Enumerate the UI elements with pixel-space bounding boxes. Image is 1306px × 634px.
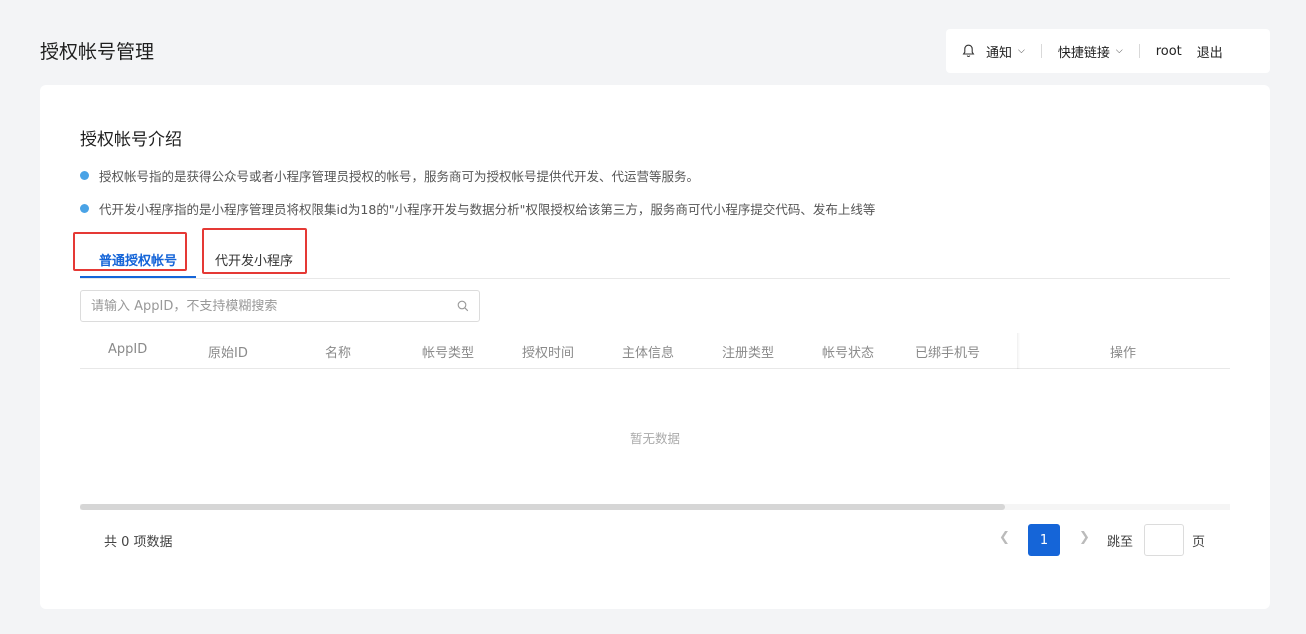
bullet-dot — [80, 204, 89, 213]
bell-icon — [962, 44, 975, 58]
column-header-register-type: 注册类型 — [722, 346, 775, 361]
section-title: 授权帐号介绍 — [80, 130, 182, 150]
empty-state-text: 暂无数据 — [629, 431, 680, 446]
main-card: 授权帐号介绍 授权帐号指的是获得公众号或者小程序管理员授权的帐号，服务商可为授权… — [40, 85, 1270, 609]
bullet-dot — [80, 171, 89, 180]
prev-page-icon[interactable]: ❮ — [999, 530, 1010, 545]
total-count: 共 0 项数据 — [104, 535, 173, 550]
column-header-auth-time: 授权时间 — [522, 346, 575, 361]
tab-normal-accounts[interactable]: 普通授权帐号 — [80, 242, 196, 276]
page-suffix-label: 页 — [1192, 535, 1206, 550]
tab-dev-miniprogram[interactable]: 代开发小程序 — [204, 242, 304, 276]
table-header: AppID 原始ID 名称 帐号类型 授权时间 主体信息 注册类型 帐号状态 已… — [80, 333, 1230, 369]
page-jump-input[interactable] — [1144, 524, 1184, 556]
chevron-down-icon: ⌵ — [1018, 46, 1025, 56]
quicklinks-menu[interactable]: 快捷链接 ⌵ — [1058, 42, 1123, 61]
column-header-account-status: 帐号状态 — [822, 346, 875, 361]
column-header-operations: 操作 — [1110, 346, 1137, 361]
intro-bullet: 授权帐号指的是获得公众号或者小程序管理员授权的帐号，服务商可为授权帐号提供代开发… — [80, 166, 699, 185]
column-header-bound-phone: 已绑手机号 — [915, 346, 981, 361]
column-header-appid: AppID — [108, 342, 148, 357]
bullet-text: 授权帐号指的是获得公众号或者小程序管理员授权的帐号，服务商可为授权帐号提供代开发… — [99, 169, 700, 184]
top-toolbar: 通知 ⌵ 快捷链接 ⌵ root 退出 — [946, 29, 1270, 73]
page-button-current[interactable]: 1 — [1028, 524, 1060, 556]
horizontal-scrollbar[interactable] — [80, 504, 1005, 510]
bullet-text: 代开发小程序指的是小程序管理员将权限集id为18的"小程序开发与数据分析"权限授… — [99, 202, 876, 217]
divider — [1138, 44, 1140, 58]
next-page-icon[interactable]: ❯ — [1079, 530, 1090, 545]
search-box — [80, 290, 480, 322]
logout-link[interactable]: 退出 — [1197, 42, 1223, 61]
notify-label: 通知 — [986, 45, 1013, 61]
search-icon[interactable] — [457, 300, 469, 312]
chevron-down-icon: ⌵ — [1115, 46, 1123, 56]
column-header-original-id: 原始ID — [208, 346, 248, 361]
fixed-column-shadow — [1017, 333, 1020, 369]
username: root — [1155, 43, 1182, 59]
jump-label: 跳至 — [1107, 535, 1134, 550]
divider — [1040, 44, 1042, 58]
quicklinks-label: 快捷链接 — [1057, 45, 1110, 61]
column-header-entity-info: 主体信息 — [622, 346, 675, 361]
search-input[interactable] — [91, 298, 457, 314]
column-header-account-type: 帐号类型 — [422, 346, 475, 361]
intro-bullet: 代开发小程序指的是小程序管理员将权限集id为18的"小程序开发与数据分析"权限授… — [80, 199, 875, 218]
column-header-name: 名称 — [325, 346, 352, 361]
page-title: 授权帐号管理 — [40, 41, 155, 63]
active-tab-indicator — [80, 276, 196, 278]
notify-menu[interactable]: 通知 ⌵ — [962, 42, 1025, 61]
tabs-divider — [80, 278, 1230, 279]
